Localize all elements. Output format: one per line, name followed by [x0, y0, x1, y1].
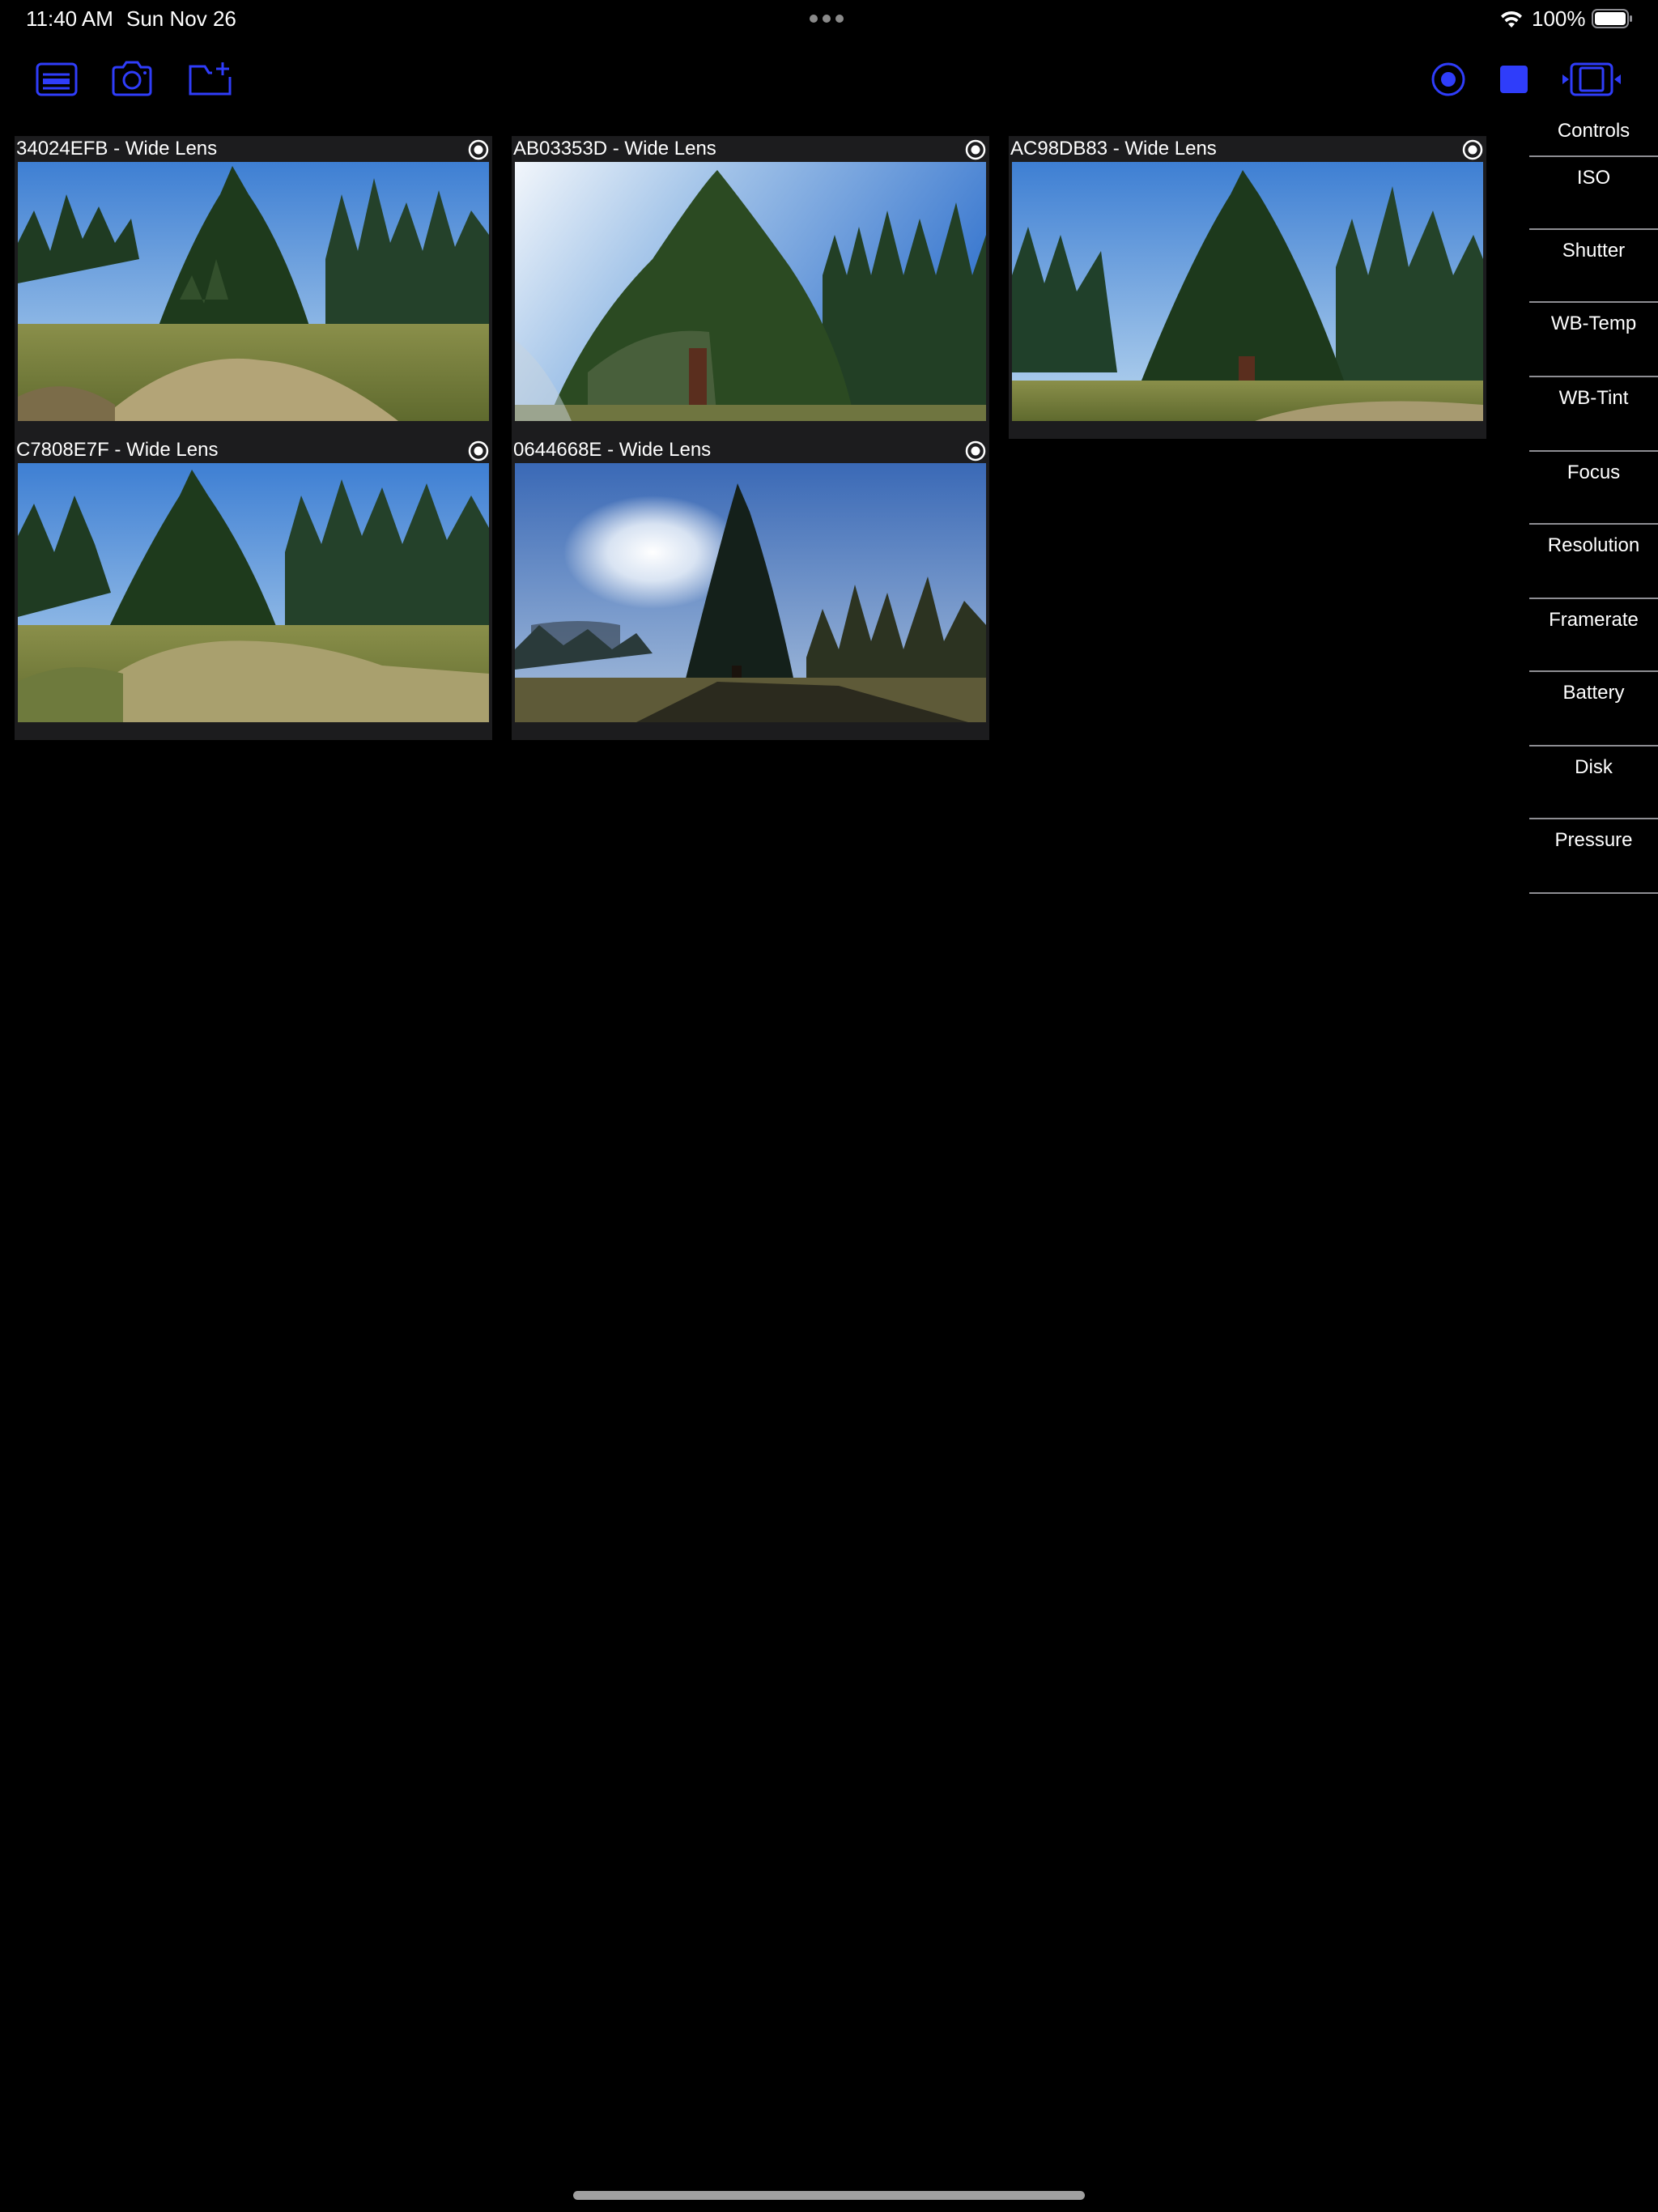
- control-label: Framerate: [1549, 609, 1639, 631]
- card-button[interactable]: [36, 62, 78, 97]
- record-indicator-icon[interactable]: [965, 440, 986, 462]
- control-label: Battery: [1562, 682, 1625, 704]
- status-date: Sun Nov 26: [126, 6, 236, 31]
- camera-tile-title: AC98DB83 - Wide Lens: [1010, 138, 1217, 160]
- status-time: 11:40 AM: [26, 6, 113, 31]
- control-label: ISO: [1576, 167, 1611, 189]
- camera-preview-image: [18, 463, 489, 722]
- camera-tile-title: AB03353D - Wide Lens: [513, 138, 716, 160]
- battery-icon: [1592, 9, 1632, 28]
- control-label: Resolution: [1547, 534, 1640, 556]
- control-label: Shutter: [1562, 240, 1626, 262]
- control-wb-temp[interactable]: WB-Temp: [1529, 303, 1658, 374]
- record-indicator-icon[interactable]: [468, 440, 489, 462]
- control-resolution[interactable]: Resolution: [1529, 525, 1658, 596]
- control-label: WB-Tint: [1558, 387, 1629, 409]
- video-frame-button[interactable]: [1561, 62, 1622, 97]
- multitasking-dots-icon[interactable]: [810, 15, 844, 23]
- video-frame-icon: [1562, 62, 1621, 96]
- camera-tile[interactable]: C7808E7F - Wide Lens: [15, 437, 492, 740]
- control-label: WB-Temp: [1550, 313, 1637, 334]
- record-indicator-icon[interactable]: [468, 139, 489, 160]
- record-indicator-icon[interactable]: [1462, 139, 1483, 160]
- app-root: 11:40 AM Sun Nov 26 100% 34024EFB - Wide…: [0, 0, 1658, 2212]
- record-button[interactable]: [1431, 62, 1466, 97]
- camera-preview-image: [18, 162, 489, 421]
- stop-button[interactable]: [1499, 65, 1528, 94]
- camera-tile-title: 34024EFB - Wide Lens: [16, 138, 218, 160]
- camera-tile-title: 0644668E - Wide Lens: [513, 439, 712, 461]
- camera-tile[interactable]: AC98DB83 - Wide Lens: [1009, 136, 1486, 439]
- camera-tile[interactable]: AB03353D - Wide Lens: [512, 136, 989, 439]
- control-label: Pressure: [1554, 829, 1633, 851]
- battery-percent: 100%: [1532, 6, 1586, 31]
- camera-preview-image: [515, 162, 986, 421]
- control-label: Focus: [1567, 462, 1621, 483]
- control-focus[interactable]: Focus: [1529, 452, 1658, 523]
- status-bar: 11:40 AM Sun Nov 26 100%: [0, 0, 1658, 39]
- control-battery[interactable]: Battery: [1529, 672, 1658, 743]
- record-icon: [1431, 62, 1465, 96]
- control-disk[interactable]: Disk: [1529, 747, 1658, 818]
- folder-plus-icon: [189, 61, 234, 96]
- new-folder-button[interactable]: [188, 60, 236, 97]
- home-indicator[interactable]: [573, 2191, 1085, 2200]
- control-wb-tint[interactable]: WB-Tint: [1529, 377, 1658, 449]
- control-label: Disk: [1575, 756, 1613, 778]
- wifi-icon: [1501, 11, 1522, 28]
- camera-tile[interactable]: 34024EFB - Wide Lens: [15, 136, 492, 439]
- camera-button[interactable]: [110, 60, 154, 97]
- control-pressure[interactable]: Pressure: [1529, 819, 1658, 891]
- control-framerate[interactable]: Framerate: [1529, 599, 1658, 670]
- camera-icon: [112, 61, 152, 96]
- record-indicator-icon[interactable]: [965, 139, 986, 160]
- control-shutter[interactable]: Shutter: [1529, 230, 1658, 301]
- camera-preview-image: [515, 463, 986, 722]
- control-iso[interactable]: ISO: [1529, 157, 1658, 228]
- controls-title: Controls: [1557, 120, 1630, 142]
- card-icon: [36, 62, 78, 96]
- camera-tile-title: C7808E7F - Wide Lens: [16, 439, 219, 461]
- camera-tile[interactable]: 0644668E - Wide Lens: [512, 437, 989, 740]
- stop-icon: [1500, 66, 1528, 93]
- camera-preview-image: [1012, 162, 1483, 421]
- controls-divider: [1529, 892, 1658, 894]
